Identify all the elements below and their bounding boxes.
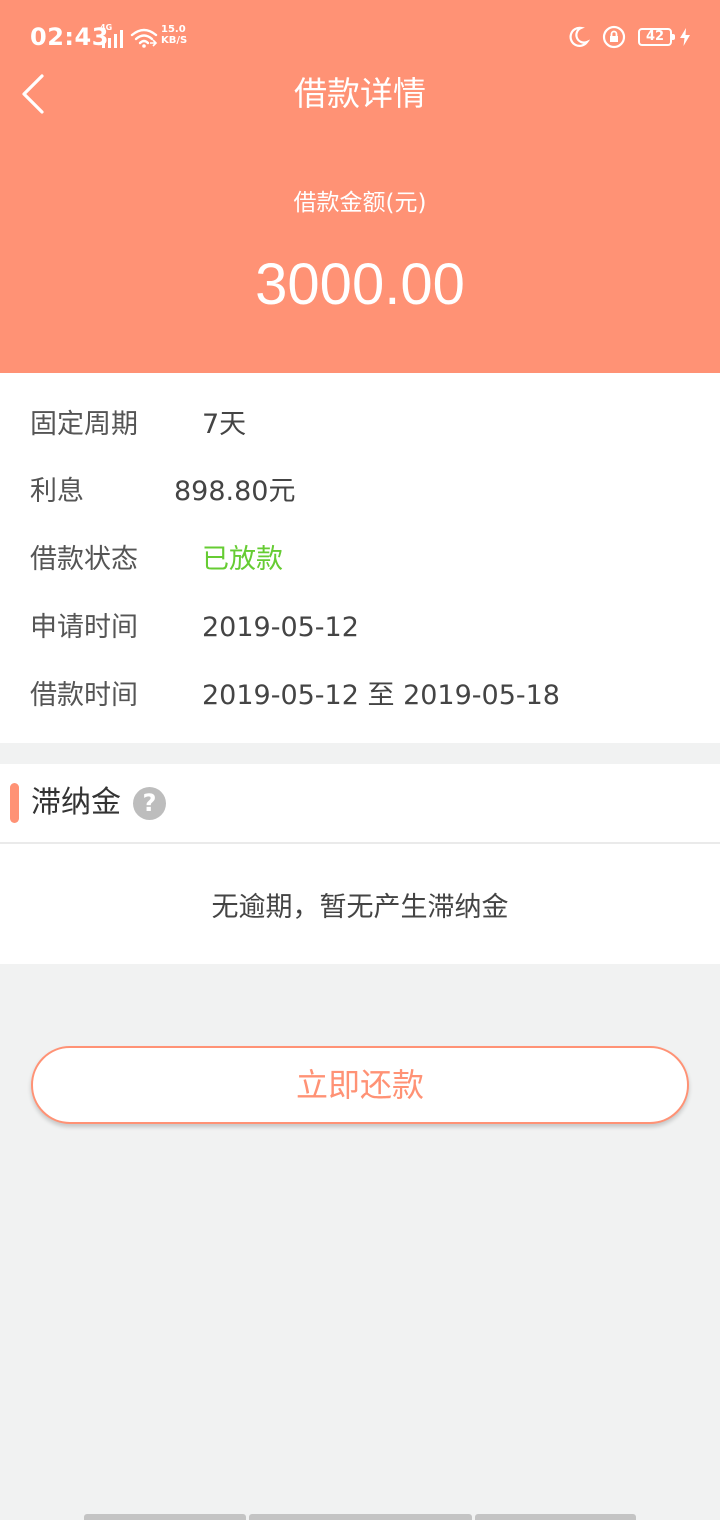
signal-icon: 4G <box>100 23 124 48</box>
gesture-bar-right <box>475 1514 636 1520</box>
detail-row-interest: 利息 898.80元 <box>0 472 720 512</box>
lock-rotation-icon <box>602 25 626 49</box>
detail-value: 898.80元 <box>174 476 296 507</box>
detail-label: 固定周期 <box>30 409 138 440</box>
detail-value: 2019-05-12 <box>202 612 359 643</box>
detail-row-apply-time: 申请时间 2019-05-12 <box>0 608 720 648</box>
detail-label: 申请时间 <box>30 612 138 643</box>
detail-row-status: 借款状态 已放款 <box>0 540 720 580</box>
repay-now-button[interactable]: 立即还款 <box>31 1046 689 1124</box>
detail-value: 2019-05-12 至 2019-05-18 <box>202 680 560 711</box>
detail-label: 利息 <box>30 476 84 507</box>
detail-label: 借款状态 <box>30 544 138 575</box>
late-fee-title: 滞纳金 <box>31 785 121 820</box>
page-title: 借款详情 <box>294 74 426 113</box>
section-accent-bar <box>10 783 19 823</box>
wifi-icon <box>130 28 158 48</box>
late-fee-section: 滞纳金 ? 无逾期，暂无产生滞纳金 <box>0 764 720 964</box>
loan-details-card: 固定周期 7天 利息 898.80元 借款状态 已放款 申请时间 2019-05… <box>0 373 720 743</box>
charging-icon <box>680 28 690 46</box>
loan-detail-screen: 02:43 4G 15.0 KB/S 42 借款详情 借款金额(元) 3000.… <box>0 0 720 1520</box>
loan-amount-label: 借款金额(元) <box>293 190 427 216</box>
status-time: 02:43 <box>30 23 109 51</box>
detail-value: 7天 <box>202 409 247 440</box>
speed-value: 15.0 <box>161 24 186 35</box>
late-fee-header: 滞纳金 ? <box>0 764 720 844</box>
detail-row-loan-time: 借款时间 2019-05-12 至 2019-05-18 <box>0 676 720 716</box>
gesture-bar-center <box>249 1514 472 1520</box>
detail-row-period: 固定周期 7天 <box>0 405 720 445</box>
status-right-icons: 42 <box>566 24 690 50</box>
battery-icon: 42 <box>638 28 675 46</box>
detail-label: 借款时间 <box>30 680 138 711</box>
loan-amount-value: 3000.00 <box>255 252 465 317</box>
header: 02:43 4G 15.0 KB/S 42 借款详情 借款金额(元) 3000.… <box>0 0 720 373</box>
network-type: 4G <box>100 23 113 32</box>
moon-icon <box>569 26 590 47</box>
late-fee-empty-message: 无逾期，暂无产生滞纳金 <box>211 892 509 923</box>
speed-unit: KB/S <box>161 35 188 46</box>
network-speed: 15.0 KB/S <box>161 24 187 46</box>
question-circle-icon[interactable]: ? <box>133 787 166 820</box>
status-bar: 02:43 4G 15.0 KB/S 42 <box>0 0 720 72</box>
status-badge: 已放款 <box>202 544 283 575</box>
battery-level: 42 <box>645 29 665 44</box>
gesture-bar-left <box>84 1514 246 1520</box>
